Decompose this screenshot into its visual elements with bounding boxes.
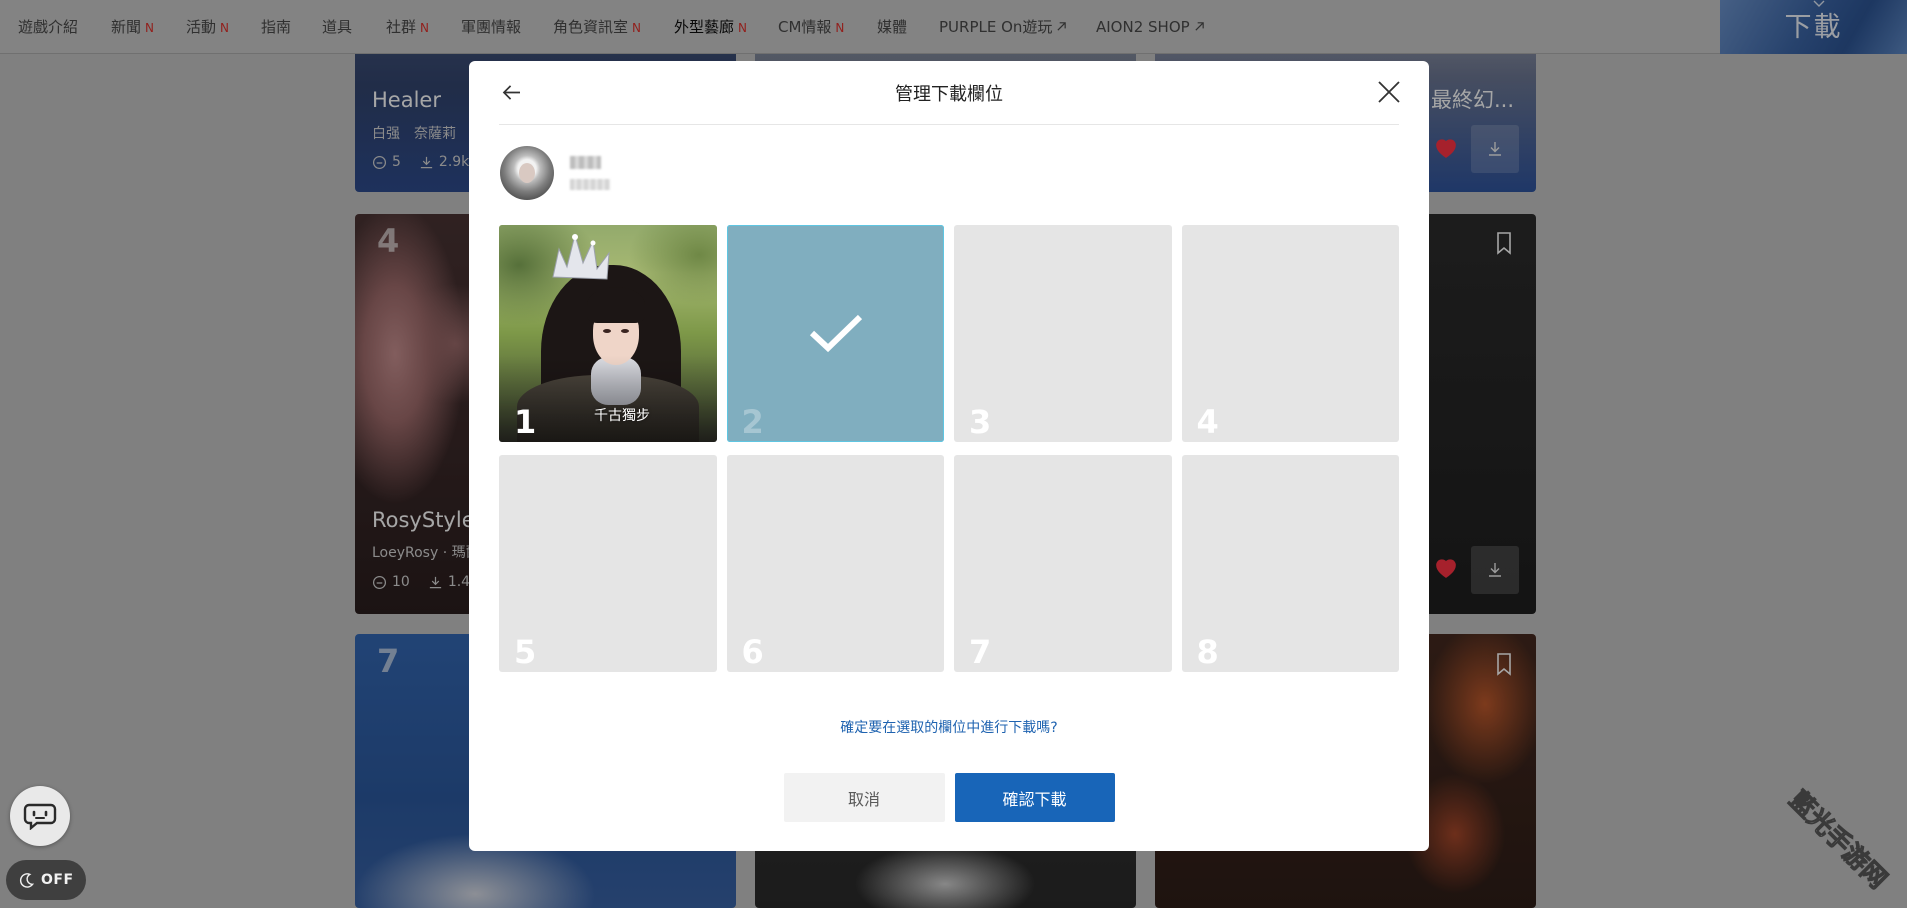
download-slot-3[interactable]: 3 [954, 225, 1172, 442]
download-slot-7[interactable]: 7 [954, 455, 1172, 672]
slot-number: 1 [514, 403, 537, 441]
download-slot-6[interactable]: 6 [726, 455, 944, 672]
confirm-question: 確定要在選取的欄位中進行下載嗎? [840, 720, 1058, 736]
download-slot-grid: 千古獨步 1 2 3 4 5 6 7 8 [499, 225, 1399, 672]
profile-subtext-blurred [570, 179, 610, 190]
download-slot-4[interactable]: 4 [1181, 225, 1399, 442]
slot-number: 5 [514, 633, 537, 671]
slot-number: 4 [1196, 403, 1219, 441]
chat-bot-icon [23, 803, 57, 830]
manage-download-slots-dialog: 管理下載欄位 千古獨步 1 2 3 4 5 6 7 8 確定要在選取的欄位中進行… [469, 61, 1429, 851]
check-icon [809, 314, 862, 353]
cancel-button[interactable]: 取消 [783, 773, 945, 822]
download-slot-2[interactable]: 2 [726, 225, 944, 442]
profile-name-blurred [570, 156, 601, 169]
dark-mode-toggle[interactable]: OFF [6, 860, 86, 900]
dialog-actions: 取消 確認下載 [469, 773, 1429, 822]
slot-number: 6 [741, 633, 764, 671]
download-slot-5[interactable]: 5 [499, 455, 717, 672]
chat-bot-button[interactable] [10, 786, 70, 846]
divider [499, 124, 1399, 125]
slot-number: 7 [969, 633, 992, 671]
page: 遊戲介紹 新聞 N 活動 N 指南 道具 社群 N 軍團情報 角色資訊室 N 外型藝廊 N… [0, 0, 1907, 908]
avatar [500, 146, 554, 200]
slot-number: 8 [1196, 633, 1219, 671]
slot-number: 2 [741, 403, 764, 441]
moon-icon [19, 872, 35, 888]
slot-appearance-name: 千古獨步 [594, 408, 650, 424]
slot-number: 3 [969, 403, 992, 441]
dialog-title: 管理下載欄位 [895, 84, 1003, 105]
download-slot-8[interactable]: 8 [1181, 455, 1399, 672]
confirm-download-button[interactable]: 確認下載 [954, 773, 1115, 822]
toggle-state-label: OFF [41, 872, 74, 888]
close-icon[interactable] [1375, 78, 1403, 106]
download-slot-1[interactable]: 千古獨步 1 [499, 225, 717, 442]
